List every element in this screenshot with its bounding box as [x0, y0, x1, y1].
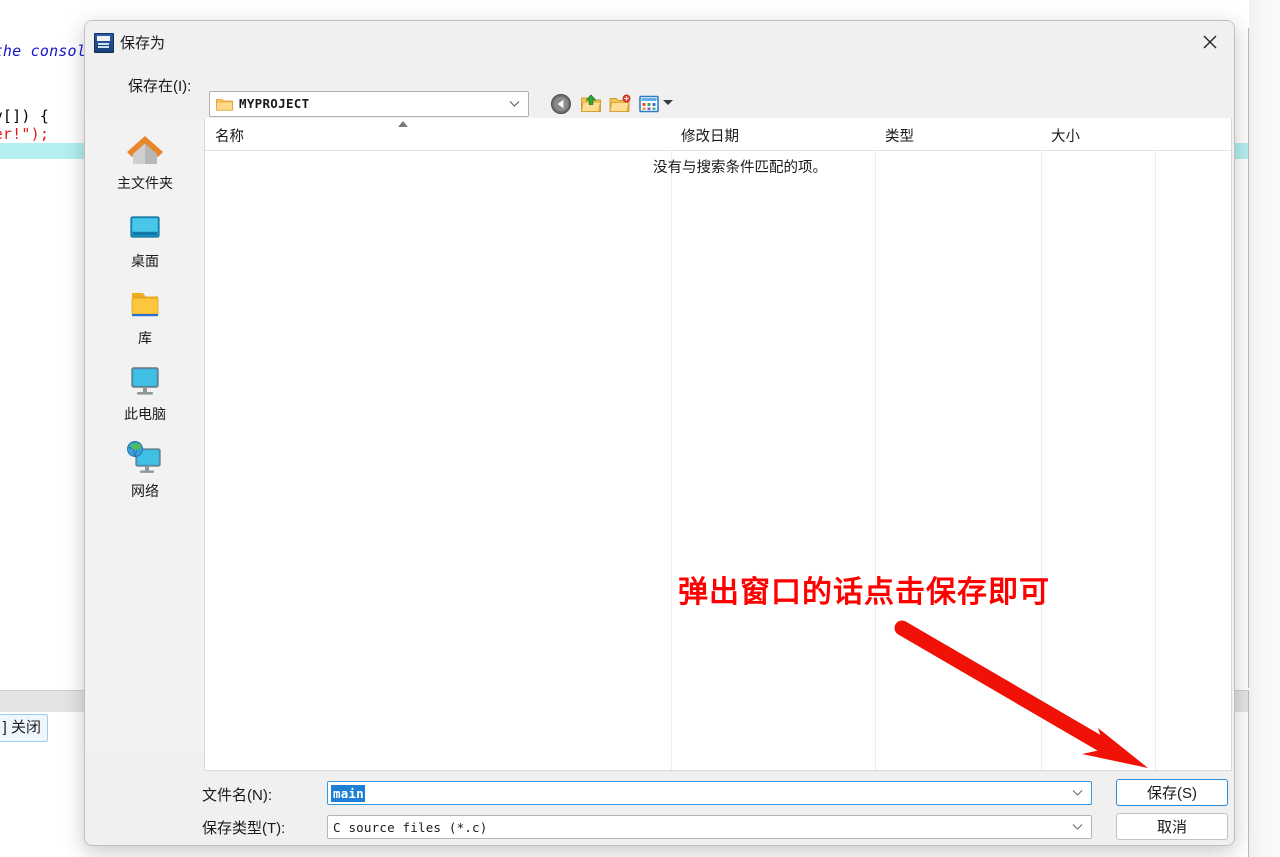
column-divider: [1155, 118, 1156, 770]
filename-value: main: [331, 785, 365, 802]
sort-ascending-icon: [398, 121, 408, 127]
sidebar-item-library[interactable]: 库: [86, 285, 204, 348]
dialog-title-bar: 保存为: [85, 21, 1234, 63]
cancel-button[interactable]: 取消: [1116, 813, 1228, 840]
chevron-down-icon[interactable]: [663, 100, 673, 105]
column-header-type[interactable]: 类型: [875, 118, 1041, 150]
column-divider: [671, 118, 672, 770]
path-combobox[interactable]: MYPROJECT: [209, 91, 529, 117]
sidebar-item-label: 此电脑: [124, 406, 166, 422]
close-icon[interactable]: [1186, 21, 1234, 63]
sidebar-item-label: 主文件夹: [117, 175, 173, 191]
chevron-down-icon[interactable]: [1072, 789, 1083, 797]
background-close-button[interactable]: ] 关闭: [0, 714, 48, 742]
home-icon: [122, 130, 168, 170]
save-in-label: 保存在(I):: [128, 78, 192, 95]
column-header-name[interactable]: 名称: [205, 118, 671, 150]
column-divider: [875, 118, 876, 770]
sidebar-item-label: 网络: [131, 483, 159, 499]
back-icon[interactable]: [550, 93, 572, 115]
filename-input[interactable]: main: [327, 781, 1092, 805]
dialog-toolbar: 保存在(I): MYPROJECT: [85, 63, 1234, 118]
background-right-edge: [1249, 0, 1280, 857]
sidebar-item-desktop[interactable]: 桌面: [86, 208, 204, 271]
filetype-select[interactable]: C source files (*.c): [327, 815, 1092, 839]
save-as-dialog: 保存为 保存在(I): MYPROJECT 主文件夹 桌面 库 此电脑 网络 名…: [84, 20, 1235, 846]
path-value: MYPROJECT: [239, 96, 310, 111]
column-header-date[interactable]: 修改日期: [671, 118, 875, 150]
chevron-down-icon[interactable]: [509, 100, 520, 108]
dialog-title: 保存为: [120, 35, 166, 52]
column-divider: [1041, 118, 1042, 770]
sidebar-item-network[interactable]: 网络: [86, 438, 204, 501]
file-list-panel[interactable]: 名称 修改日期 类型 大小 没有与搜索条件匹配的项。: [204, 118, 1232, 771]
up-folder-icon[interactable]: [580, 93, 602, 115]
code-line: argv[]) {: [0, 107, 50, 125]
library-folder-icon: [122, 285, 168, 325]
sidebar-item-label: 库: [138, 330, 152, 346]
new-folder-icon[interactable]: [609, 93, 631, 115]
filetype-value: C source files (*.c): [333, 820, 488, 835]
code-line: inner!");: [0, 125, 50, 143]
network-icon: [122, 438, 168, 478]
filetype-label: 保存类型(T):: [202, 820, 286, 837]
this-pc-icon: [122, 361, 168, 401]
sidebar-item-home[interactable]: 主文件夹: [86, 130, 204, 193]
empty-list-message: 没有与搜索条件匹配的项。: [653, 160, 827, 176]
sidebar-item-this-pc[interactable]: 此电脑: [86, 361, 204, 424]
dev-cpp-icon: [94, 33, 114, 53]
save-button[interactable]: 保存(S): [1116, 779, 1228, 806]
folder-icon: [216, 99, 233, 111]
chevron-down-icon[interactable]: [1072, 823, 1083, 831]
filename-label: 文件名(N):: [202, 787, 272, 804]
places-sidebar: 主文件夹 桌面 库 此电脑 网络: [86, 118, 204, 751]
sidebar-item-label: 桌面: [131, 253, 159, 269]
desktop-icon: [122, 208, 168, 248]
column-header-row: 名称 修改日期 类型 大小: [205, 118, 1231, 151]
column-header-size[interactable]: 大小: [1041, 118, 1155, 150]
annotation-text: 弹出窗口的话点击保存即可: [678, 576, 1050, 609]
view-menu-icon[interactable]: [638, 93, 660, 115]
